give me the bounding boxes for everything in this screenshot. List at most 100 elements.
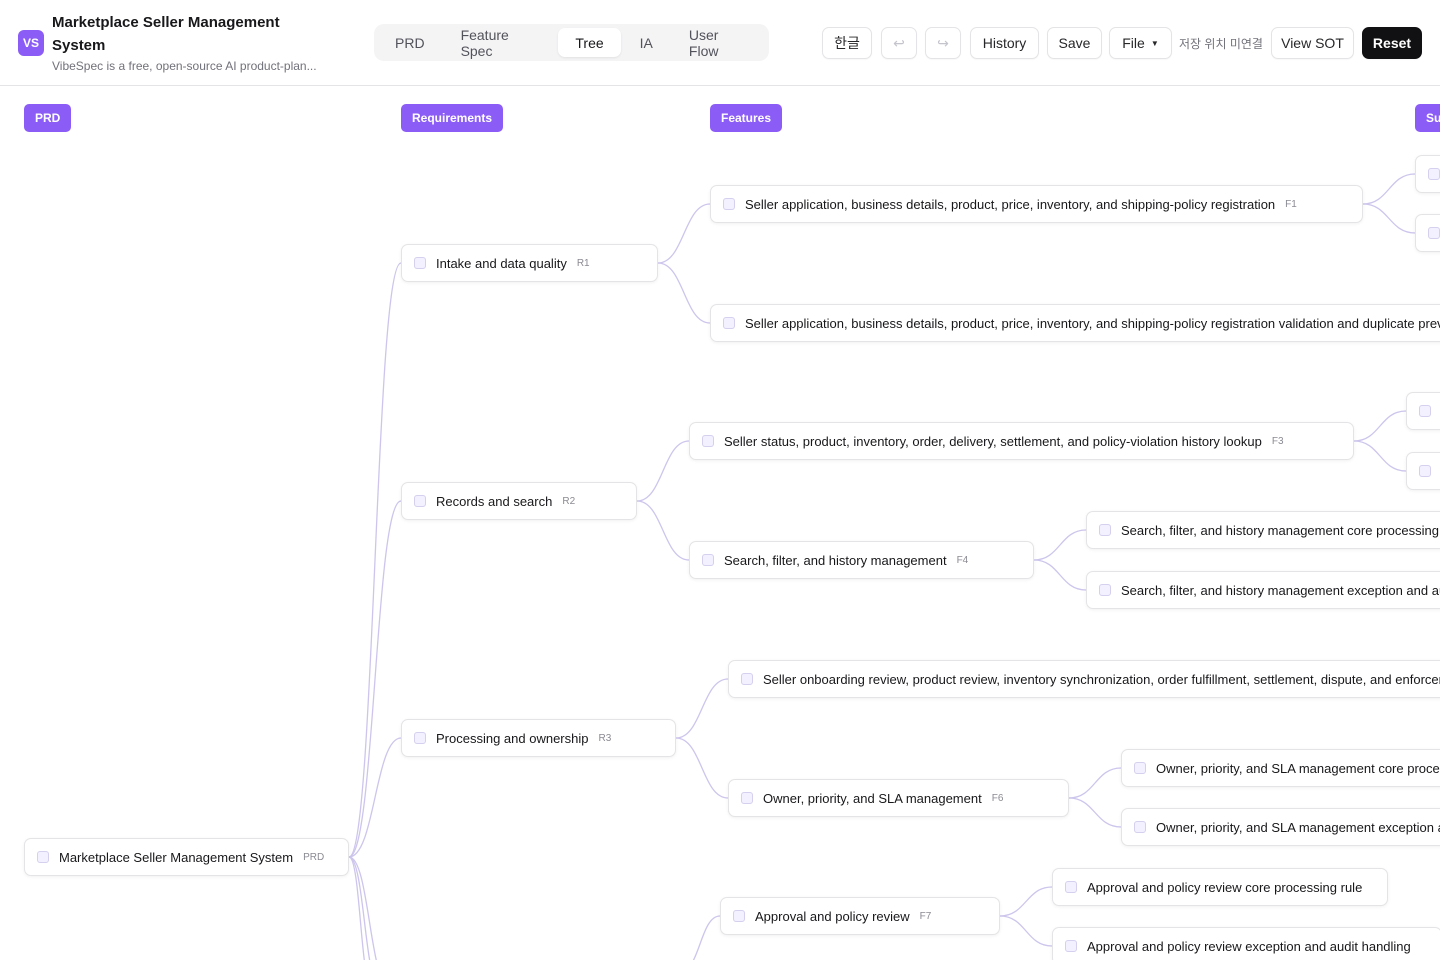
tab-user-flow[interactable]: User Flow [672, 27, 765, 59]
tree-node-subfeature[interactable]: Approval and policy review exception and… [1052, 927, 1440, 960]
history-button[interactable]: History [970, 27, 1039, 59]
tree-node-feature[interactable]: Seller onboarding review, product review… [728, 660, 1440, 698]
node-checkbox[interactable] [733, 910, 745, 922]
node-checkbox[interactable] [1419, 405, 1431, 417]
node-label: Processing and ownership [436, 730, 589, 746]
tree-edge [348, 737, 402, 858]
tree-edge [675, 678, 729, 739]
node-checkbox[interactable] [414, 732, 426, 744]
node-label: Seller onboarding review, product review… [763, 671, 1440, 687]
undo-button[interactable]: ↩ [881, 27, 917, 59]
node-checkbox[interactable] [1099, 524, 1111, 536]
node-label: Intake and data quality [436, 255, 567, 271]
language-toggle-button[interactable]: 한글 [822, 27, 872, 59]
node-label: Seller application, business details, pr… [745, 196, 1276, 212]
tree-edge [1362, 203, 1416, 234]
node-checkbox[interactable] [37, 851, 49, 863]
node-id: R3 [598, 732, 612, 744]
tree-edge [999, 915, 1053, 947]
tree-node-subfeature[interactable] [1415, 155, 1440, 193]
tree-node-subfeature[interactable] [1406, 392, 1440, 430]
node-label: Approval and policy review core processi… [1087, 879, 1363, 895]
tree-node-feature[interactable]: Seller application, business details, pr… [710, 304, 1440, 342]
tab-feature-spec[interactable]: Feature Spec [444, 27, 557, 59]
node-checkbox[interactable] [414, 495, 426, 507]
tree-edge [1353, 440, 1407, 472]
node-checkbox[interactable] [1099, 584, 1111, 596]
tree-node-subfeature[interactable]: Search, filter, and history management e… [1086, 571, 1440, 609]
tree-node-subfeature[interactable]: Approval and policy review core processi… [1052, 868, 1388, 906]
node-checkbox[interactable] [1134, 821, 1146, 833]
save-button[interactable]: Save [1047, 27, 1102, 59]
node-label: Records and search [436, 493, 553, 509]
tree-edge [999, 886, 1053, 917]
tree-node-feature[interactable]: Seller application, business details, pr… [710, 185, 1363, 223]
tree-edge [1068, 797, 1122, 828]
app-subtitle: VibeSpec is a free, open-source AI produ… [52, 59, 317, 73]
node-checkbox[interactable] [414, 257, 426, 269]
node-checkbox[interactable] [1065, 881, 1077, 893]
node-checkbox[interactable] [702, 554, 714, 566]
tree-edge [348, 856, 371, 960]
file-menu-label: File [1122, 35, 1145, 51]
tree-node-requirement[interactable]: Processing and ownership R3 [401, 719, 676, 757]
node-id: PRD [303, 851, 325, 863]
tree-node-subfeature[interactable]: Owner, priority, and SLA management core… [1121, 749, 1440, 787]
node-checkbox[interactable] [1428, 227, 1440, 239]
node-checkbox[interactable] [1428, 168, 1440, 180]
node-label: Search, filter, and history management [724, 552, 947, 568]
node-id: F1 [1285, 198, 1297, 210]
tree-node-subfeature[interactable]: Owner, priority, and SLA management exce… [1121, 808, 1440, 846]
node-checkbox[interactable] [741, 792, 753, 804]
app-header: VS Marketplace Seller Management System … [0, 0, 1440, 86]
tree-edge [692, 915, 721, 960]
tree-node-feature[interactable]: Owner, priority, and SLA management F6 [728, 779, 1069, 817]
tree-node-feature[interactable]: Seller status, product, inventory, order… [689, 422, 1354, 460]
tab-ia[interactable]: IA [623, 28, 670, 57]
tree-edge [1068, 767, 1122, 799]
tree-canvas[interactable]: PRD Requirements Features Sub-features M… [0, 87, 1440, 960]
undo-icon: ↩ [893, 34, 905, 51]
node-checkbox[interactable] [1134, 762, 1146, 774]
tree-node-requirement[interactable]: Intake and data quality R1 [401, 244, 658, 282]
app-logo: VS [18, 30, 44, 56]
tree-edge [1033, 559, 1087, 591]
node-id: R2 [562, 495, 576, 507]
node-id: F6 [991, 792, 1004, 804]
node-label: Owner, priority, and SLA management [763, 790, 982, 806]
tree-edge [348, 856, 365, 960]
tree-node-subfeature[interactable] [1415, 214, 1440, 252]
file-menu-button[interactable]: File ▼ [1109, 27, 1172, 59]
node-checkbox[interactable] [702, 435, 714, 447]
view-sot-button[interactable]: View SOT [1271, 27, 1354, 59]
tree-node-subfeature[interactable] [1406, 452, 1440, 490]
redo-icon: ↪ [937, 34, 949, 51]
node-id: F3 [1271, 435, 1284, 447]
tab-prd[interactable]: PRD [378, 28, 442, 57]
tree-edge [1362, 173, 1416, 205]
chevron-down-icon: ▼ [1150, 38, 1159, 48]
redo-button[interactable]: ↪ [925, 27, 961, 59]
tab-tree[interactable]: Tree [558, 28, 621, 57]
tree-node-feature[interactable]: Search, filter, and history management F… [689, 541, 1034, 579]
tree-node-root[interactable]: Marketplace Seller Management System PRD [24, 838, 349, 876]
app-title: Marketplace Seller Management System [52, 14, 280, 54]
node-id: F4 [956, 554, 969, 566]
node-id: F7 [919, 910, 932, 922]
tree-edge [1033, 529, 1087, 561]
tree-edge [657, 203, 711, 264]
tree-edge [636, 500, 690, 561]
save-location-status: 저장 위치 미연결 [1179, 37, 1263, 51]
tree-node-subfeature[interactable]: Search, filter, and history management c… [1086, 511, 1440, 549]
tree-node-feature[interactable]: Approval and policy review F7 [720, 897, 1000, 935]
tree-edge [348, 262, 402, 858]
node-checkbox[interactable] [1419, 465, 1431, 477]
node-checkbox[interactable] [741, 673, 753, 685]
node-label: Seller status, product, inventory, order… [724, 433, 1262, 449]
tree-edge [1353, 410, 1407, 442]
node-checkbox[interactable] [723, 198, 735, 210]
tree-node-requirement[interactable]: Records and search R2 [401, 482, 637, 520]
reset-button[interactable]: Reset [1362, 27, 1422, 59]
node-checkbox[interactable] [723, 317, 735, 329]
node-checkbox[interactable] [1065, 940, 1077, 952]
